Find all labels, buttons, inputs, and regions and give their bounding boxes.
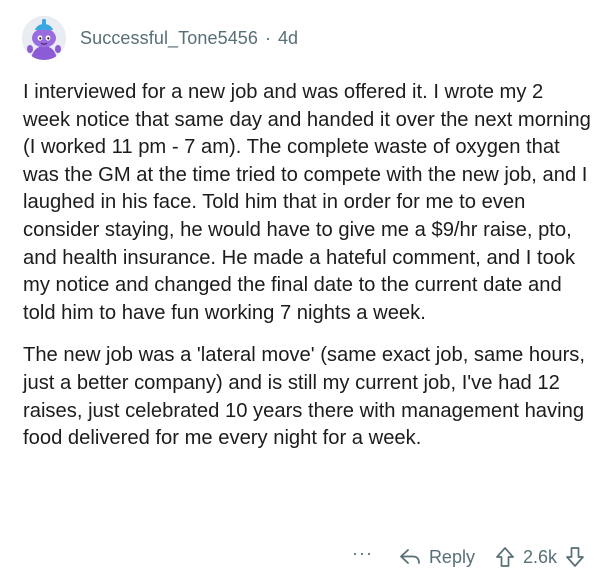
more-options-icon[interactable]: ··· [352,544,373,562]
comment-header: Successful_Tone5456 · 4d [22,10,298,66]
vote-controls: 2.6k [495,546,585,568]
reply-label: Reply [428,546,475,567]
reply-button[interactable]: Reply [399,547,475,568]
downvote-arrow-icon[interactable] [565,546,585,568]
comment-body: I interviewed for a new job and was offe… [23,79,591,453]
comment-author[interactable]: Successful_Tone5456 [80,28,258,49]
avatar[interactable] [22,16,66,60]
snoo-avatar-icon [22,16,66,60]
comment-paragraph: I interviewed for a new job and was offe… [23,81,591,324]
comment-paragraph: The new job was a 'lateral move' (same e… [23,344,585,450]
meta-separator: · [265,27,272,48]
comment-card: Successful_Tone5456 · 4d I interviewed f… [0,0,599,580]
upvote-arrow-icon[interactable] [495,546,515,568]
reply-arrow-icon [400,549,420,564]
comment-actions: ··· Reply 2.6k [352,540,585,574]
comment-age: 4d [278,27,299,48]
vote-score: 2.6k [522,546,557,567]
